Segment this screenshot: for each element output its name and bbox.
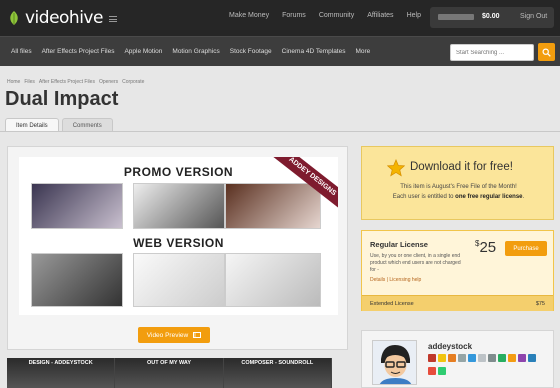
nav-make-money[interactable]: Make Money: [229, 12, 269, 19]
nav-affiliates[interactable]: Affiliates: [367, 12, 393, 19]
avatar[interactable]: [372, 340, 417, 385]
strip-cell-song: OUT OF MY WAY: [115, 358, 224, 388]
license-links[interactable]: Details | Licensing help: [370, 277, 421, 283]
category-all-files[interactable]: All files: [11, 48, 32, 55]
badge-icon[interactable]: [518, 354, 526, 362]
category-bar: All files After Effects Project Files Ap…: [0, 36, 560, 66]
leaf-icon: [10, 11, 18, 25]
purchase-button[interactable]: Purchase: [505, 241, 547, 256]
breadcrumb-corporate[interactable]: Corporate: [122, 79, 144, 85]
breadcrumb-after-effects[interactable]: After Effects Project Files: [39, 79, 95, 85]
breadcrumb-home[interactable]: Home: [7, 79, 20, 85]
search-icon: [542, 48, 551, 57]
sign-out-link[interactable]: Sign Out: [520, 13, 547, 20]
top-nav: Make Money Forums Community Affiliates H…: [229, 12, 434, 19]
author-box: addeystock: [361, 330, 554, 388]
category-motion-graphics[interactable]: Motion Graphics: [172, 48, 219, 55]
web-version-label: WEB VERSION: [133, 236, 224, 250]
logo-text: videohive: [25, 8, 103, 28]
tab-comments[interactable]: Comments: [61, 118, 113, 132]
extended-license-price: $75: [535, 301, 545, 307]
entitlement-bold: one free regular license: [455, 194, 523, 200]
strip-cell-design: DESIGN - ADDEYSTOCK: [7, 358, 116, 388]
username-blurred[interactable]: [438, 14, 474, 20]
video-preview-button[interactable]: Video Preview: [138, 327, 210, 343]
promo-screenshot-3: [225, 183, 321, 229]
badge-icon[interactable]: [438, 367, 446, 375]
search-input[interactable]: [450, 44, 534, 61]
category-stock-footage[interactable]: Stock Footage: [230, 48, 272, 55]
strip-label-song: OUT OF MY WAY: [146, 360, 191, 366]
video-preview-label: Video Preview: [146, 331, 189, 339]
category-nav: All files After Effects Project Files Ap…: [11, 48, 380, 55]
badge-icon[interactable]: [428, 367, 436, 375]
extended-license-row[interactable]: Extended License $75: [362, 295, 553, 311]
badge-icon[interactable]: [458, 354, 466, 362]
preview-panel: PROMO VERSION WEB VERSION ADDEY DESIGNS …: [7, 146, 348, 350]
page-title: Dual Impact: [5, 88, 119, 110]
badge-icon[interactable]: [438, 354, 446, 362]
star-icon: [387, 159, 405, 177]
badge-icon[interactable]: [468, 354, 476, 362]
search-button[interactable]: [538, 43, 555, 61]
web-screenshot-3: [225, 253, 321, 307]
license-description: Use, by you or one client, in a single e…: [370, 253, 461, 273]
strip-label-composer: COMPOSER - SOUNDROLL: [241, 360, 314, 366]
promo-screenshot-1: [31, 183, 123, 229]
badge-icon[interactable]: [478, 354, 486, 362]
item-tabs: Item Details Comments: [5, 118, 116, 132]
strip-label-design: DESIGN - ADDEYSTOCK: [28, 360, 93, 366]
web-screenshot-1: [31, 253, 123, 307]
account-balance[interactable]: $0.00: [482, 13, 500, 20]
category-apple-motion[interactable]: Apple Motion: [124, 48, 162, 55]
license-price: $25: [475, 239, 496, 256]
category-after-effects[interactable]: After Effects Project Files: [42, 48, 115, 55]
entitlement-prefix: Each user is entitled to: [392, 194, 456, 200]
free-file-entitlement: Each user is entitled to one free regula…: [362, 194, 555, 200]
entitlement-suffix: .: [522, 194, 525, 200]
badge-icon[interactable]: [428, 354, 436, 362]
nav-forums[interactable]: Forums: [282, 12, 306, 19]
free-file-title[interactable]: Download it for free!: [410, 161, 513, 173]
badge-icon[interactable]: [528, 354, 536, 362]
nav-help[interactable]: Help: [407, 12, 421, 19]
license-price-value: 25: [479, 239, 497, 256]
avatar-illustration: [373, 341, 416, 384]
author-badges-row2: [428, 367, 446, 375]
author-name[interactable]: addeystock: [428, 342, 472, 351]
badge-icon[interactable]: [508, 354, 516, 362]
breadcrumb-openers[interactable]: Openers: [99, 79, 118, 85]
license-title: Regular License: [370, 240, 428, 249]
web-screenshot-2: [133, 253, 225, 307]
film-icon: [193, 332, 202, 338]
author-badges: [428, 354, 536, 362]
logo[interactable]: videohive: [7, 8, 117, 28]
license-box: Regular License Use, by you or one clien…: [361, 230, 554, 311]
preview-image[interactable]: PROMO VERSION WEB VERSION ADDEY DESIGNS: [19, 157, 338, 315]
tab-divider: [0, 131, 560, 132]
category-cinema-4d[interactable]: Cinema 4D Templates: [282, 48, 346, 55]
nav-community[interactable]: Community: [319, 12, 354, 19]
top-bar: videohive Make Money Forums Community Af…: [0, 0, 560, 36]
free-file-box: Download it for free! This item is Augus…: [361, 146, 554, 220]
extended-license-label: Extended License: [370, 301, 414, 307]
tab-item-details[interactable]: Item Details: [5, 118, 59, 132]
strip-cell-composer: COMPOSER - SOUNDROLL: [223, 358, 332, 388]
free-file-note: This item is August's Free File of the M…: [400, 184, 517, 190]
menu-icon[interactable]: [108, 16, 117, 22]
promo-screenshot-2: [133, 183, 225, 229]
breadcrumb: Home Files After Effects Project Files O…: [7, 79, 148, 85]
badge-icon[interactable]: [448, 354, 456, 362]
account-panel: $0.00 Sign Out: [430, 7, 554, 28]
preview-strip: DESIGN - ADDEYSTOCK OUT OF MY WAY COMPOS…: [7, 358, 332, 388]
badge-icon[interactable]: [498, 354, 506, 362]
badge-icon[interactable]: [488, 354, 496, 362]
breadcrumb-files[interactable]: Files: [24, 79, 35, 85]
category-more[interactable]: More: [355, 48, 370, 55]
